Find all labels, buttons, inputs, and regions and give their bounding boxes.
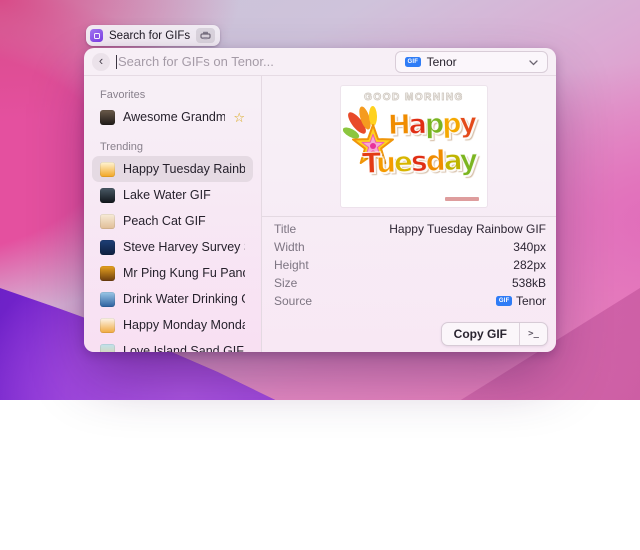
gif-thumbnail [100,292,115,307]
gif-thumbnail [100,344,115,353]
section-header: Favorites [84,86,261,104]
command-tag-label: Search for GIFs [109,30,190,42]
gif-preview-area: GOOD MORNING Happy Tuesday [262,76,556,216]
detail-panel: GOOD MORNING Happy Tuesday [262,76,556,352]
metadata-row: Height 282px [274,256,546,274]
gif-thumbnail [100,162,115,177]
source-dropdown[interactable]: GIF Tenor [395,51,548,73]
gif-headline-text: GOOD MORNING [341,92,487,103]
metadata-label: Size [274,276,297,290]
gif-search-window: ‹ GIF Tenor FavoritesAwesome Grandma GIF… [84,48,556,352]
list-item[interactable]: Happy Monday Mondays GIF [92,312,253,338]
list-item-label: Happy Tuesday Rainbow GIF [123,162,245,176]
list-item-label: Mr Ping Kung Fu Panda GIF [123,266,245,280]
gif-badge: GIF [405,57,421,67]
gif-thumbnail [100,240,115,255]
metadata-table: Title Happy Tuesday Rainbow GIF Width 340px… [262,217,556,310]
metadata-value: Happy Tuesday Rainbow GIF [389,222,546,236]
list-item-label: Awesome Grandma GIF [123,110,225,124]
metadata-label: Title [274,222,296,236]
list-item-label: Love Island Sand GIF [123,344,244,352]
metadata-label: Source [274,294,312,308]
source-dropdown-value: Tenor [427,55,523,69]
list-item-label: Steve Harvey Survey Says GIF [123,240,245,254]
command-tag[interactable]: Search for GIFs [86,25,220,46]
metadata-row: Size 538kB [274,274,546,292]
list-item-label: Peach Cat GIF [123,214,206,228]
gif-preview-image: GOOD MORNING Happy Tuesday [341,86,487,207]
gif-thumbnail [100,266,115,281]
list-item[interactable]: Love Island Sand GIF [92,338,253,352]
gif-thumbnail [100,214,115,229]
list-item-label: Lake Water GIF [123,188,211,202]
list-item[interactable]: Happy Tuesday Rainbow GIF [92,156,253,182]
gif-list: Favorites Awesome Grandma GIF ☆ Trending Hap… [84,76,262,352]
printer-icon [196,28,215,43]
copy-gif-label: Copy GIF [442,327,519,341]
list-item[interactable]: Lake Water GIF [92,182,253,208]
watermark [445,197,479,201]
gif-word-line2: Tuesday [362,146,477,178]
copy-gif-button[interactable]: Copy GIF >_ [441,322,548,346]
metadata-value: 340px [513,240,546,254]
list-item-label: Happy Monday Mondays GIF [123,318,245,332]
metadata-label: Height [274,258,309,272]
metadata-value: GIFTenor [496,294,546,308]
section-header: Trending [84,138,261,156]
gif-badge: GIF [496,296,512,306]
chevron-down-icon [529,53,538,71]
list-item[interactable]: Steve Harvey Survey Says GIF [92,234,253,260]
terminal-icon[interactable]: >_ [520,329,547,339]
gif-thumbnail [100,110,115,125]
list-item[interactable]: Awesome Grandma GIF ☆ [92,104,253,130]
list-item[interactable]: Drink Water Drinking GIF [92,286,253,312]
gif-word-line1: Happy [388,110,476,139]
search-bar: ‹ GIF Tenor [84,48,556,76]
metadata-row: Source GIFTenor [274,292,546,310]
window-content: Favorites Awesome Grandma GIF ☆ Trending Hap… [84,76,556,352]
gif-thumbnail [100,188,115,203]
metadata-value: 538kB [512,276,546,290]
list-item[interactable]: Mr Ping Kung Fu Panda GIF [92,260,253,286]
metadata-value: 282px [513,258,546,272]
gif-thumbnail [100,318,115,333]
list-item-label: Drink Water Drinking GIF [123,292,245,306]
metadata-row: Width 340px [274,238,546,256]
star-icon[interactable]: ☆ [233,111,245,124]
metadata-label: Width [274,240,305,254]
back-button[interactable]: ‹ [92,53,110,71]
metadata-row: Title Happy Tuesday Rainbow GIF [274,220,546,238]
extension-icon [90,29,103,42]
list-item[interactable]: Peach Cat GIF [92,208,253,234]
